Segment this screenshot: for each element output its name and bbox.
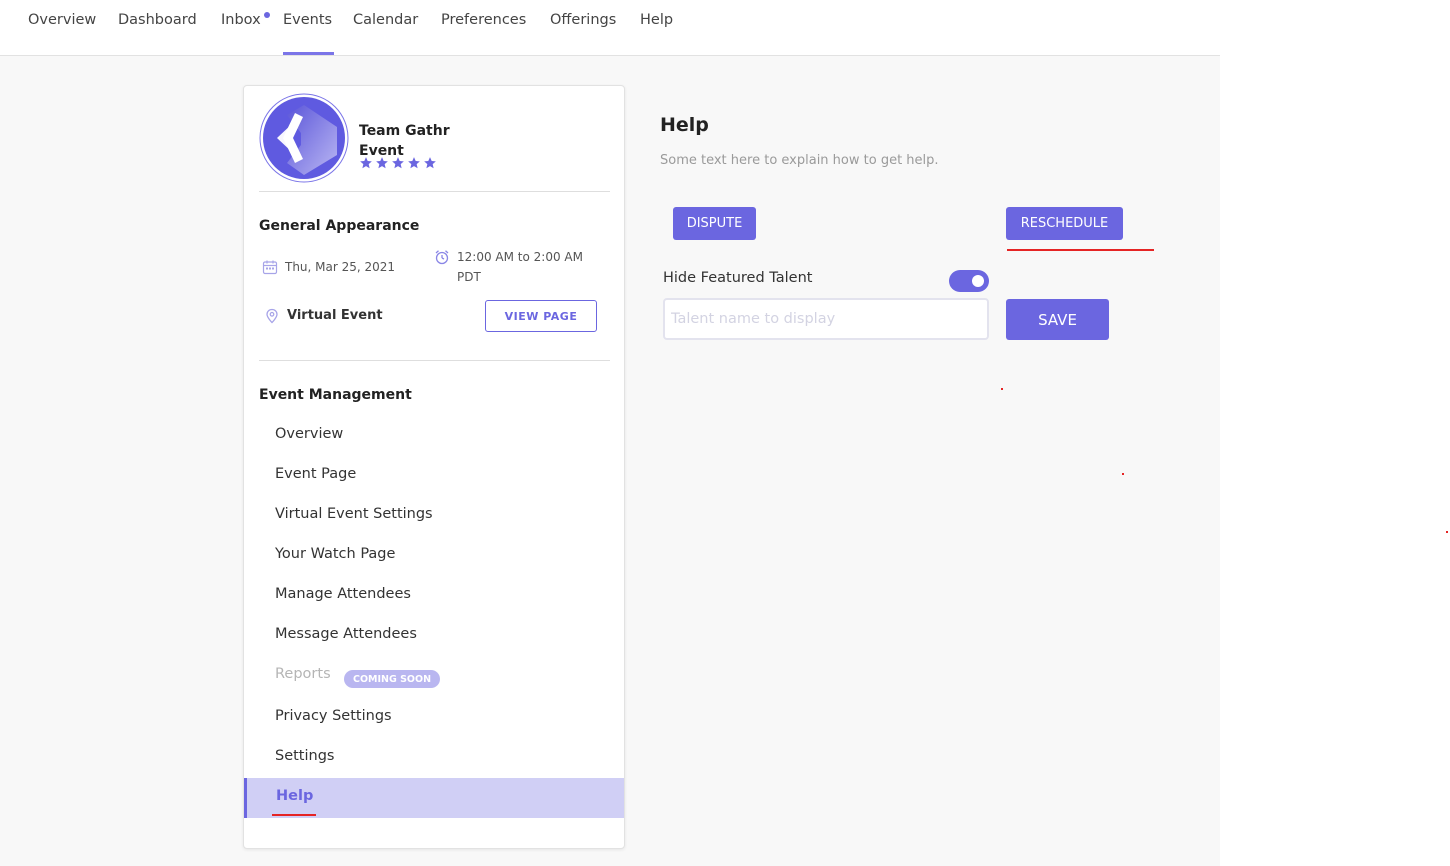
top-navigation: Overview Dashboard Inbox Events Calendar… [0, 0, 1220, 56]
menu-item-help-label: Help [276, 788, 314, 804]
general-appearance-title: General Appearance [259, 218, 420, 234]
alarm-clock-icon [435, 250, 449, 265]
star-icon [392, 157, 404, 169]
nav-events[interactable]: Events [283, 12, 332, 28]
annotation-underline [272, 814, 316, 816]
location-pin-icon [266, 308, 278, 324]
help-title: Help [660, 114, 709, 136]
menu-item-reports: Reports [275, 666, 331, 682]
menu-item-overview[interactable]: Overview [275, 426, 343, 442]
inbox-unread-dot [264, 12, 270, 18]
event-management-title: Event Management [259, 387, 412, 403]
calendar-icon [262, 260, 278, 275]
event-date: Thu, Mar 25, 2021 [285, 260, 396, 274]
hide-featured-talent-toggle[interactable] [949, 270, 989, 292]
annotation-dot [1446, 531, 1448, 533]
event-name: Team Gathr Event [359, 123, 450, 159]
coming-soon-badge: COMING SOON [344, 670, 441, 688]
star-icon [376, 157, 388, 169]
event-logo-avatar [259, 93, 349, 183]
help-description: Some text here to explain how to get hel… [660, 153, 939, 168]
annotation-underline [1007, 249, 1154, 251]
menu-item-manage-attendees[interactable]: Manage Attendees [275, 586, 411, 602]
nav-offerings[interactable]: Offerings [550, 12, 616, 28]
nav-preferences[interactable]: Preferences [441, 12, 526, 28]
event-rating [359, 156, 437, 170]
annotation-dot [1001, 388, 1003, 390]
nav-calendar[interactable]: Calendar [353, 12, 418, 28]
event-location: Virtual Event [287, 308, 383, 323]
dispute-button[interactable]: DISPUTE [673, 207, 756, 240]
nav-dashboard[interactable]: Dashboard [118, 12, 197, 28]
divider [259, 191, 610, 192]
nav-inbox[interactable]: Inbox [221, 12, 261, 28]
star-icon [360, 157, 372, 169]
menu-item-message-attendees[interactable]: Message Attendees [275, 626, 417, 642]
menu-item-privacy-settings[interactable]: Privacy Settings [275, 708, 392, 724]
save-button[interactable]: SAVE [1006, 299, 1109, 340]
nav-help[interactable]: Help [640, 12, 673, 28]
star-icon [408, 157, 420, 169]
menu-item-help[interactable]: Help [244, 778, 624, 818]
annotation-dot [1122, 473, 1124, 475]
talent-name-input[interactable] [663, 298, 989, 340]
star-icon [424, 157, 436, 169]
view-page-button[interactable]: VIEW PAGE [485, 300, 597, 332]
reschedule-button[interactable]: RESCHEDULE [1006, 207, 1123, 240]
menu-item-event-page[interactable]: Event Page [275, 466, 356, 482]
menu-item-your-watch-page[interactable]: Your Watch Page [275, 546, 395, 562]
event-sidebar-card: Team Gathr Event General Appearance Thu,… [243, 85, 625, 849]
menu-item-settings[interactable]: Settings [275, 748, 334, 764]
nav-overview[interactable]: Overview [28, 12, 96, 28]
hide-featured-talent-label: Hide Featured Talent [663, 270, 813, 286]
menu-item-virtual-event-settings[interactable]: Virtual Event Settings [275, 506, 433, 522]
divider [259, 360, 610, 361]
toggle-knob [972, 275, 984, 287]
nav-active-indicator [283, 52, 334, 55]
event-time: 12:00 AM to 2:00 AM PDT [457, 250, 583, 284]
